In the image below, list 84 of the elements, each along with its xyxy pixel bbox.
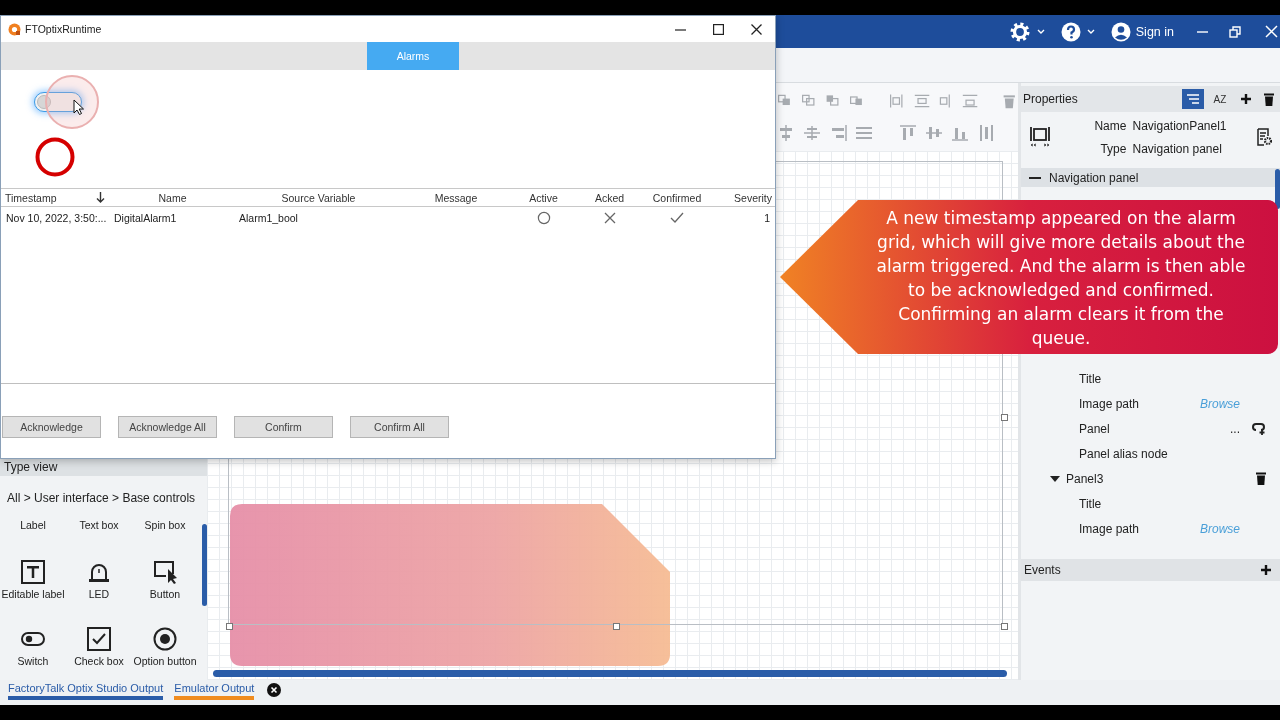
table-cell-text: Nov 10, 2022, 3:50:...	[5, 212, 108, 224]
click-ring	[44, 74, 100, 130]
user-icon[interactable]	[1110, 21, 1131, 42]
close-icon[interactable]	[267, 683, 282, 697]
property-label: Title	[1079, 496, 1103, 511]
column-header[interactable]: Name	[109, 191, 236, 204]
editable-label-icon[interactable]	[21, 560, 45, 584]
app-logo	[8, 22, 21, 36]
control-label[interactable]: Button	[149, 588, 181, 600]
resize-handle[interactable]	[613, 623, 620, 630]
control-label[interactable]: Switch	[17, 655, 49, 667]
output-tab[interactable]: FactoryTalk Optix Studio Output	[8, 680, 164, 700]
settings-icon[interactable]	[1256, 128, 1272, 146]
resize-handle[interactable]	[1001, 414, 1008, 421]
radio-button-icon[interactable]	[153, 627, 177, 651]
property-label: Image path	[1079, 396, 1141, 411]
column-header[interactable]: Severity	[711, 191, 775, 204]
panel-title: Properties	[1023, 92, 1079, 106]
action-button[interactable]: Acknowledge All	[118, 416, 217, 438]
scrollbar[interactable]	[202, 524, 207, 606]
window-title: FTOptixRuntime	[25, 23, 103, 35]
restore-icon[interactable]	[1229, 25, 1241, 38]
button-icon[interactable]	[153, 560, 177, 584]
panel-icon	[1029, 125, 1051, 149]
column-header[interactable]: Confirmed	[643, 191, 711, 204]
delete-icon[interactable]	[1256, 472, 1266, 485]
control-label[interactable]: Text box	[79, 519, 119, 531]
property-label: Panel alias node	[1079, 446, 1169, 461]
output-tab[interactable]: Emulator Output	[174, 680, 255, 700]
panel-header: Type view	[0, 459, 207, 476]
section-title: Events	[1024, 563, 1061, 577]
property-label: Panel	[1079, 421, 1111, 436]
scrollbar[interactable]	[1275, 169, 1280, 209]
action-button[interactable]: Confirm All	[350, 416, 449, 438]
help-icon[interactable]	[1060, 21, 1081, 42]
field-label: Type	[1099, 141, 1127, 156]
resize-handle[interactable]	[1001, 623, 1008, 630]
table-cell-text: 1	[763, 212, 771, 224]
control-label[interactable]: Editable label	[1, 588, 65, 600]
expanded-icon[interactable]	[1050, 473, 1060, 484]
column-header[interactable]: Acked	[576, 191, 643, 204]
sort-arrow-icon[interactable]	[96, 192, 105, 203]
action-button[interactable]: Confirm	[234, 416, 333, 438]
resize-handle[interactable]	[226, 623, 233, 630]
column-header[interactable]: Timestamp	[5, 191, 57, 204]
settings-icon[interactable]	[1008, 20, 1031, 43]
control-label[interactable]: Label	[20, 519, 46, 531]
delete-icon[interactable]	[1264, 92, 1274, 106]
caret-icon[interactable]	[1036, 28, 1045, 35]
sort-button[interactable]: AZ	[1208, 93, 1232, 105]
field-value: Navigation panel	[1132, 141, 1223, 156]
caret-icon[interactable]	[1086, 28, 1095, 35]
column-header[interactable]: Source Variable	[236, 191, 401, 204]
link-icon[interactable]	[1251, 422, 1266, 435]
more-button[interactable]: ...	[1230, 421, 1240, 436]
section-title: Navigation panel	[1049, 170, 1139, 185]
add-icon[interactable]	[1240, 93, 1252, 105]
action-button[interactable]: Acknowledge	[2, 416, 101, 438]
control-label[interactable]: Check box	[74, 655, 124, 667]
toggle-switch[interactable]	[34, 92, 82, 112]
field-value: NavigationPanel1	[1132, 118, 1228, 133]
control-label[interactable]: Spin box	[144, 519, 186, 531]
table-cell-text: Alarm1_bool	[238, 212, 299, 224]
callout-text: A new timestamp appeared on the alarm grid, which will give more details about the alarm triggered. And the alarm is then able to be acknowledged and confirmed. Confirming an alarm clears it from the queue.	[875, 207, 1247, 350]
column-header[interactable]: Active	[511, 191, 576, 204]
sign-in-link[interactable]: Sign in	[1135, 24, 1174, 39]
close-icon[interactable]	[751, 23, 762, 35]
control-label[interactable]: Option button	[133, 655, 197, 667]
filter-icon[interactable]	[1182, 89, 1204, 109]
cursor-icon	[73, 99, 85, 115]
control-label[interactable]: LED	[88, 588, 110, 600]
checkbox-icon[interactable]	[87, 627, 111, 651]
add-icon[interactable]	[1260, 564, 1272, 576]
field-label: Name	[1093, 118, 1127, 133]
table-cell-text: DigitalAlarm1	[113, 212, 178, 224]
property-label: Panel3	[1066, 471, 1105, 486]
property-label: Image path	[1079, 521, 1141, 536]
breadcrumb[interactable]: All > User interface > Base controls	[7, 491, 207, 505]
section-header[interactable]: Navigation panel	[1021, 168, 1280, 187]
property-label: Title	[1079, 371, 1103, 386]
horizontal-scrollbar[interactable]	[213, 670, 1007, 677]
maximize-icon[interactable]	[713, 23, 724, 35]
column-header[interactable]: Message	[401, 191, 511, 204]
section-header[interactable]: Events	[1021, 559, 1280, 581]
